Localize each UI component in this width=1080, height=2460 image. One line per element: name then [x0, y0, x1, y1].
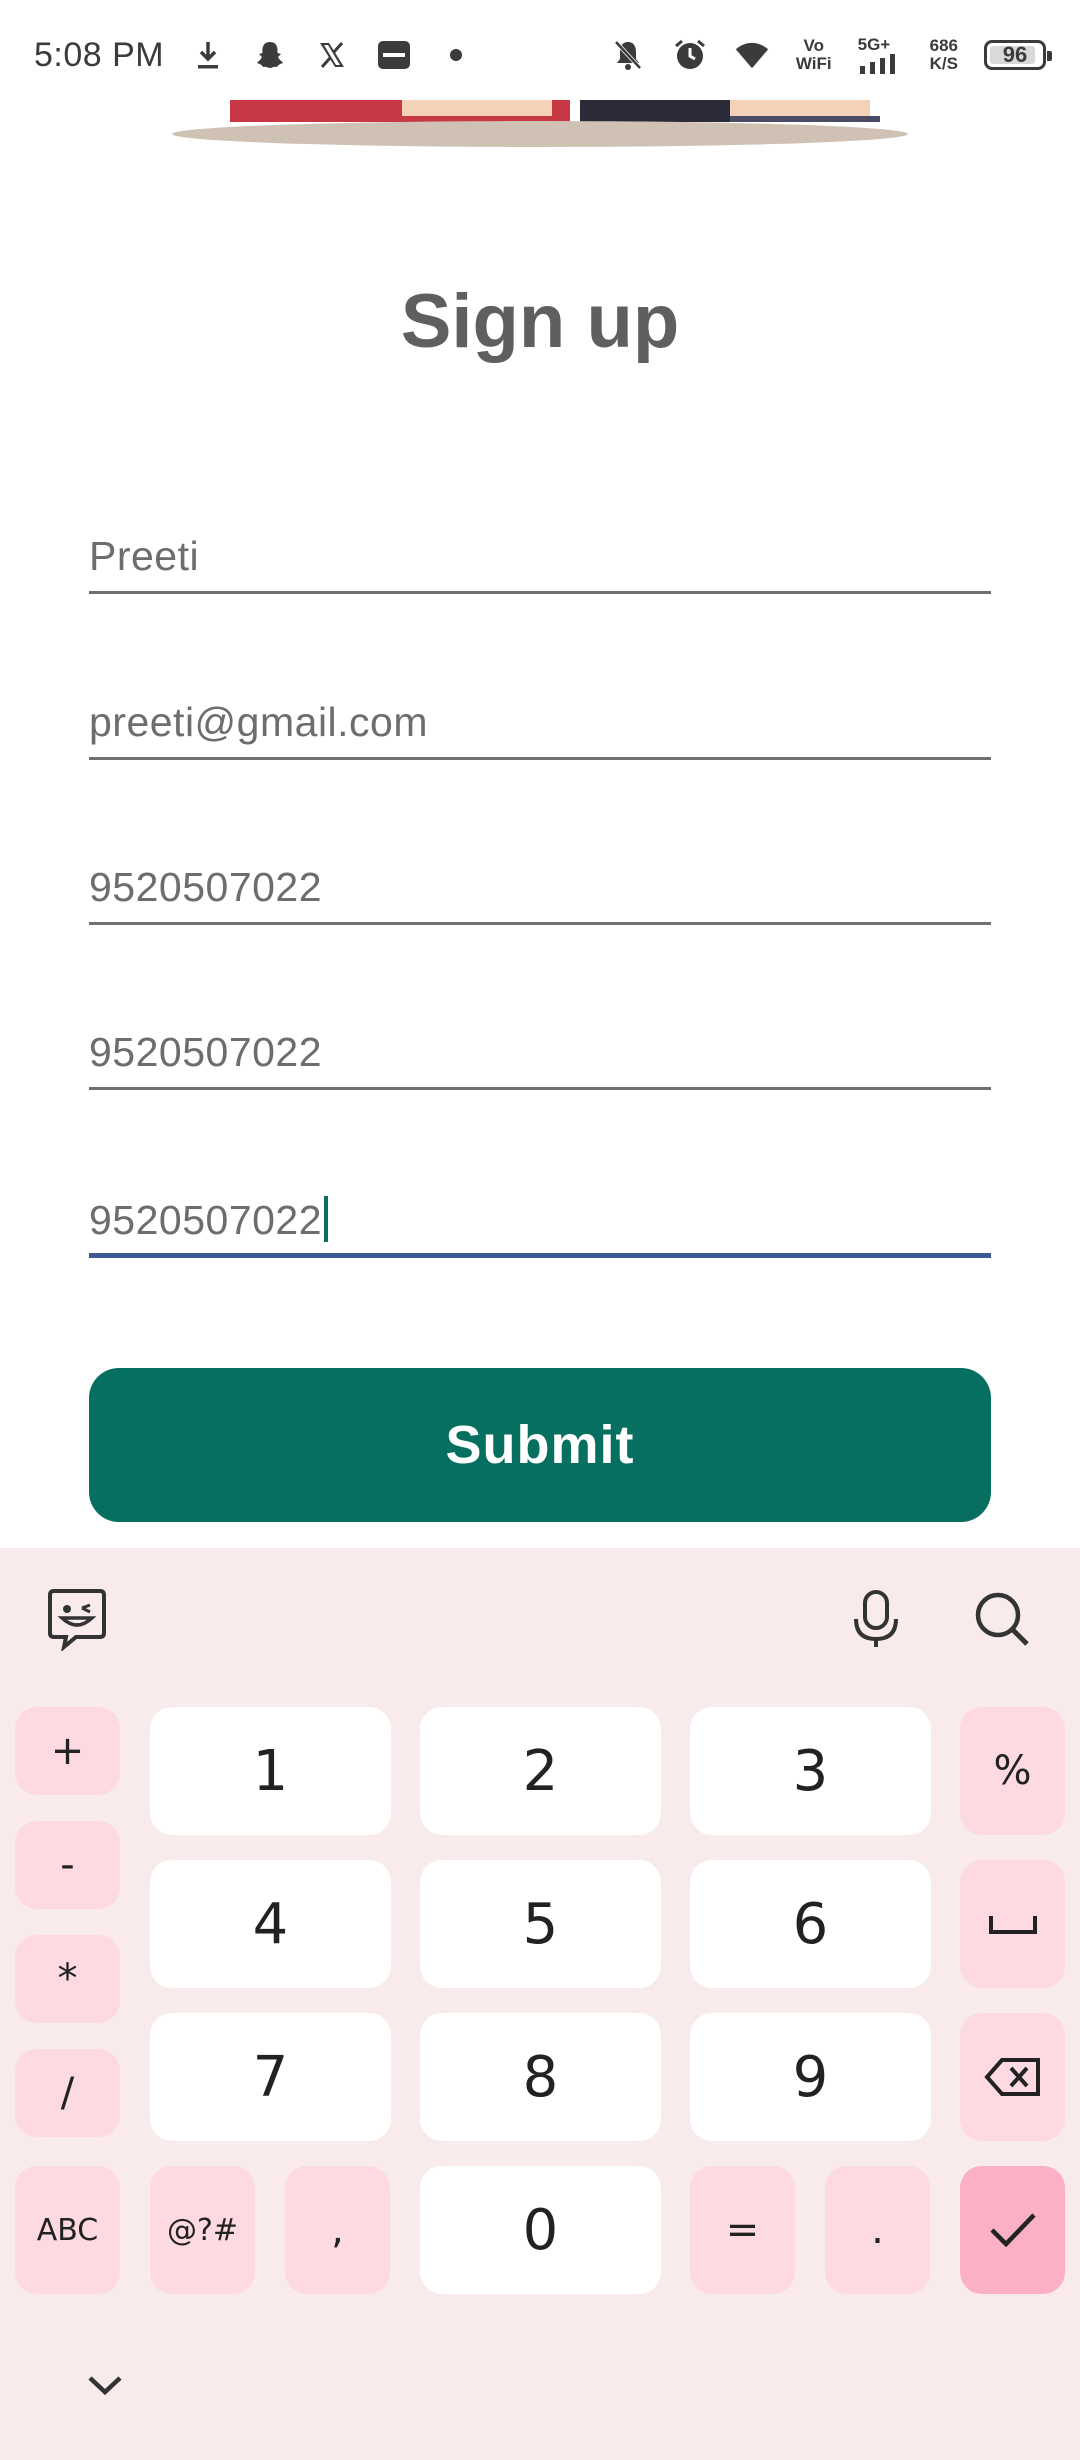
chevron-down-icon[interactable] [80, 2366, 130, 2406]
keyboard-toolbar [0, 1548, 1080, 1688]
space-icon [988, 1916, 1037, 1934]
key-6[interactable]: 6 [690, 1860, 931, 1988]
key-7[interactable]: 7 [150, 2013, 391, 2141]
numeric-keyboard: + - * / 1 2 3 4 5 6 7 8 9 0 % ABC @?# , … [0, 1548, 1080, 2460]
mute-bell-icon [610, 37, 646, 73]
confirm-password-field[interactable]: 9520507022 [89, 1158, 991, 1258]
microphone-icon[interactable] [841, 1584, 911, 1654]
battery-indicator: 96 [984, 40, 1052, 70]
key-plus[interactable]: + [15, 1707, 120, 1795]
password-field[interactable]: 9520507022 [89, 990, 991, 1090]
download-icon [190, 37, 226, 73]
key-0[interactable]: 0 [420, 2166, 661, 2294]
signal-indicator: 5G+ [858, 36, 904, 74]
key-9[interactable]: 9 [690, 2013, 931, 2141]
phone-field[interactable]: 9520507022 [89, 825, 991, 925]
field-underline [89, 757, 991, 760]
key-divide[interactable]: / [15, 2049, 120, 2137]
key-period[interactable]: . [825, 2166, 930, 2294]
key-minus[interactable]: - [15, 1821, 120, 1909]
key-8[interactable]: 8 [420, 2013, 661, 2141]
checkmark-icon [989, 2213, 1036, 2248]
key-comma[interactable]: , [285, 2166, 390, 2294]
key-3[interactable]: 3 [690, 1707, 931, 1835]
email-field-value: preeti@gmail.com [89, 699, 429, 745]
field-underline-active [89, 1253, 991, 1258]
vowifi-label: Vo WiFi [795, 36, 832, 73]
network-speed: 686 K/S [929, 36, 958, 73]
submit-button[interactable]: Submit [89, 1368, 991, 1522]
status-time: 5:08 PM [34, 35, 165, 74]
key-space[interactable] [960, 1860, 1065, 1988]
text-cursor [324, 1196, 329, 1242]
wifi-icon [734, 37, 770, 73]
email-field[interactable]: preeti@gmail.com [89, 660, 991, 760]
notification-dot-icon [438, 37, 474, 73]
key-backspace[interactable] [960, 2013, 1065, 2141]
emoji-sticker-icon[interactable] [42, 1584, 112, 1654]
key-equals[interactable]: = [690, 2166, 795, 2294]
snapchat-icon [252, 37, 288, 73]
phone-field-value: 9520507022 [89, 864, 323, 910]
alarm-icon [672, 37, 708, 73]
key-done[interactable] [960, 2166, 1065, 2294]
field-underline [89, 922, 991, 925]
key-2[interactable]: 2 [420, 1707, 661, 1835]
books-illustration [172, 100, 908, 147]
key-percent[interactable]: % [960, 1707, 1065, 1835]
paytm-icon [376, 37, 412, 73]
key-abc[interactable]: ABC [15, 2166, 120, 2294]
password-field-value: 9520507022 [89, 1029, 323, 1075]
search-icon[interactable] [967, 1584, 1037, 1654]
key-1[interactable]: 1 [150, 1707, 391, 1835]
key-symbols[interactable]: @?# [150, 2166, 255, 2294]
confirm-password-field-value: 9520507022 [89, 1196, 329, 1244]
key-multiply[interactable]: * [15, 1935, 120, 2023]
x-icon [314, 37, 350, 73]
key-4[interactable]: 4 [150, 1860, 391, 1988]
page-title: Sign up [400, 279, 680, 364]
field-underline [89, 591, 991, 594]
backspace-icon [983, 2058, 1040, 2096]
field-underline [89, 1087, 991, 1090]
key-5[interactable]: 5 [420, 1860, 661, 1988]
name-field[interactable]: Preeti [89, 494, 991, 594]
status-bar: 5:08 PM Vo WiFi 5G+ 686 K/S 96 [0, 0, 1080, 110]
name-field-value: Preeti [89, 533, 200, 579]
